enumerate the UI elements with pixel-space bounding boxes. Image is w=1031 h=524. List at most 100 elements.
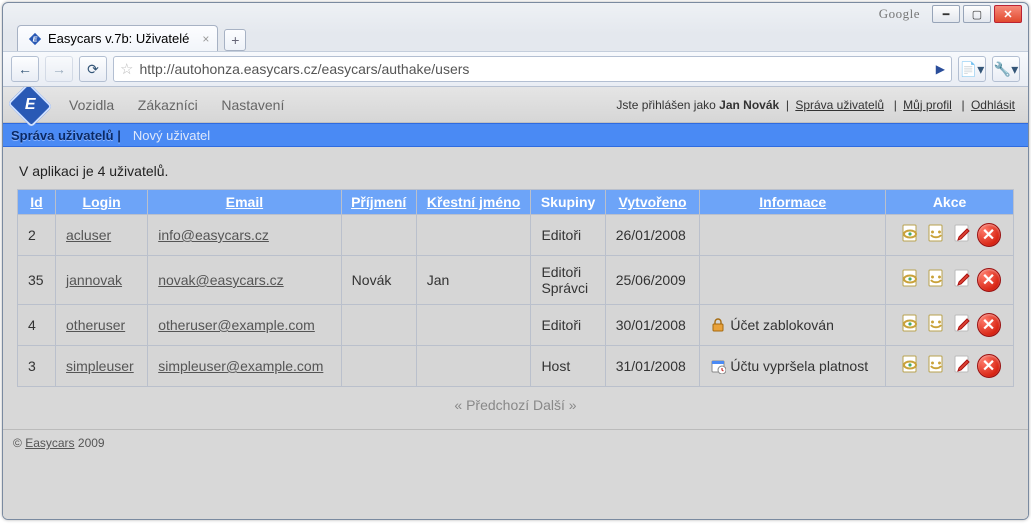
table-row: 3 simpleuser simpleuser@example.com Host31/… (18, 346, 1014, 387)
login-link[interactable]: jannovak (66, 272, 122, 288)
pager-next[interactable]: Další » (533, 397, 577, 413)
nav-vozidla[interactable]: Vozidla (69, 97, 114, 113)
cell-id: 35 (18, 256, 56, 305)
col-skupiny: Skupiny (531, 190, 605, 215)
login-link[interactable]: simpleuser (66, 358, 134, 374)
nav-nastaveni[interactable]: Nastavení (221, 97, 284, 113)
link-profil[interactable]: Můj profil (903, 98, 952, 112)
cell-prijmeni (341, 346, 416, 387)
cell-jmeno (416, 346, 531, 387)
email-link[interactable]: novak@easycars.cz (158, 272, 283, 288)
col-jmeno[interactable]: Křestní jméno (416, 190, 531, 215)
url-input[interactable] (139, 61, 925, 77)
impersonate-icon[interactable] (925, 223, 947, 245)
table-row: 2 acluser info@easycars.cz Editoři26/01/200… (18, 215, 1014, 256)
delete-icon[interactable]: ✕ (977, 268, 1001, 292)
view-icon[interactable] (899, 268, 921, 290)
email-link[interactable]: simpleuser@example.com (158, 358, 323, 374)
col-prijmeni[interactable]: Příjmení (341, 190, 416, 215)
cell-email: simpleuser@example.com (148, 346, 341, 387)
window-minimize-button[interactable]: ━ (932, 5, 960, 23)
link-odhlasit[interactable]: Odhlásit (971, 98, 1015, 112)
col-login[interactable]: Login (56, 190, 148, 215)
cell-jmeno (416, 215, 531, 256)
subnav-new-user[interactable]: Nový uživatel (133, 128, 210, 143)
go-button[interactable]: ▶ (936, 62, 945, 76)
col-vytvoreno[interactable]: Vytvořeno (605, 190, 700, 215)
delete-icon[interactable]: ✕ (977, 313, 1001, 337)
cell-vytvoreno: 26/01/2008 (605, 215, 700, 256)
view-icon[interactable] (899, 223, 921, 245)
delete-icon[interactable]: ✕ (977, 354, 1001, 378)
google-brand: Google (879, 6, 920, 22)
cell-akce: ✕ (886, 305, 1014, 346)
delete-icon[interactable]: ✕ (977, 223, 1001, 247)
cell-email: info@easycars.cz (148, 215, 341, 256)
cell-skupiny: EditořiSprávci (531, 256, 605, 305)
link-sprava[interactable]: Správa uživatelů (795, 98, 884, 112)
cell-id: 3 (18, 346, 56, 387)
pagination: « Předchozí Další » (17, 387, 1014, 423)
email-link[interactable]: otheruser@example.com (158, 317, 315, 333)
cell-login: acluser (56, 215, 148, 256)
subnav-active[interactable]: Správa uživatelů | (11, 128, 121, 143)
edit-icon[interactable] (951, 223, 973, 245)
cell-vytvoreno: 25/06/2009 (605, 256, 700, 305)
col-id[interactable]: Id (18, 190, 56, 215)
cell-skupiny: Editoři (531, 215, 605, 256)
forward-button[interactable]: → (45, 56, 73, 82)
edit-icon[interactable] (951, 354, 973, 376)
view-icon[interactable] (899, 313, 921, 335)
footer-copy: © (13, 436, 22, 450)
footer-year: 2009 (78, 436, 105, 450)
col-informace[interactable]: Informace (700, 190, 886, 215)
tab-title: Easycars v.7b: Uživatelé (48, 31, 189, 46)
reload-button[interactable]: ⟳ (79, 56, 107, 82)
new-tab-button[interactable]: + (224, 29, 246, 51)
table-row: 35 jannovak novak@easycars.cz NovákJanEdito… (18, 256, 1014, 305)
cell-akce: ✕ (886, 346, 1014, 387)
pager-prev[interactable]: « Předchozí (454, 397, 529, 413)
window-close-button[interactable]: ✕ (994, 5, 1022, 23)
expired-icon (710, 358, 726, 374)
view-icon[interactable] (899, 354, 921, 376)
footer-brand-link[interactable]: Easycars (25, 436, 74, 450)
back-button[interactable]: ← (11, 56, 39, 82)
email-link[interactable]: info@easycars.cz (158, 227, 269, 243)
logged-in-prefix: Jste přihlášen jako (616, 98, 719, 112)
cell-prijmeni (341, 215, 416, 256)
cell-prijmeni: Novák (341, 256, 416, 305)
cell-email: novak@easycars.cz (148, 256, 341, 305)
page-menu-button[interactable]: 📄▾ (958, 56, 986, 82)
cell-info (700, 215, 886, 256)
cell-jmeno: Jan (416, 256, 531, 305)
favicon-icon: E (28, 32, 42, 46)
window-maximize-button[interactable]: ▢ (963, 5, 991, 23)
cell-skupiny: Host (531, 346, 605, 387)
cell-login: otheruser (56, 305, 148, 346)
col-email[interactable]: Email (148, 190, 341, 215)
cell-vytvoreno: 31/01/2008 (605, 346, 700, 387)
cell-skupiny: Editoři (531, 305, 605, 346)
app-logo: E (7, 87, 52, 127)
impersonate-icon[interactable] (925, 268, 947, 290)
login-link[interactable]: otheruser (66, 317, 125, 333)
summary-text: V aplikaci je 4 uživatelů. (19, 163, 1014, 179)
nav-zakaznici[interactable]: Zákazníci (138, 97, 198, 113)
cell-id: 2 (18, 215, 56, 256)
edit-icon[interactable] (951, 268, 973, 290)
impersonate-icon[interactable] (925, 354, 947, 376)
tab-close-icon[interactable]: × (202, 32, 209, 46)
cell-info (700, 256, 886, 305)
login-link[interactable]: acluser (66, 227, 111, 243)
users-table: Id Login Email Příjmení Křestní jméno Sk… (17, 189, 1014, 387)
url-bar[interactable]: ☆ ▶ (113, 56, 952, 82)
logged-user: Jan Novák (719, 98, 779, 112)
bookmark-star-icon[interactable]: ☆ (120, 60, 133, 78)
edit-icon[interactable] (951, 313, 973, 335)
browser-tab[interactable]: E Easycars v.7b: Uživatelé × (17, 25, 218, 51)
user-bar: Jste přihlášen jako Jan Novák | Správa u… (616, 98, 1018, 112)
main-nav: Vozidla Zákazníci Nastavení (69, 97, 304, 113)
wrench-menu-button[interactable]: 🔧▾ (992, 56, 1020, 82)
impersonate-icon[interactable] (925, 313, 947, 335)
